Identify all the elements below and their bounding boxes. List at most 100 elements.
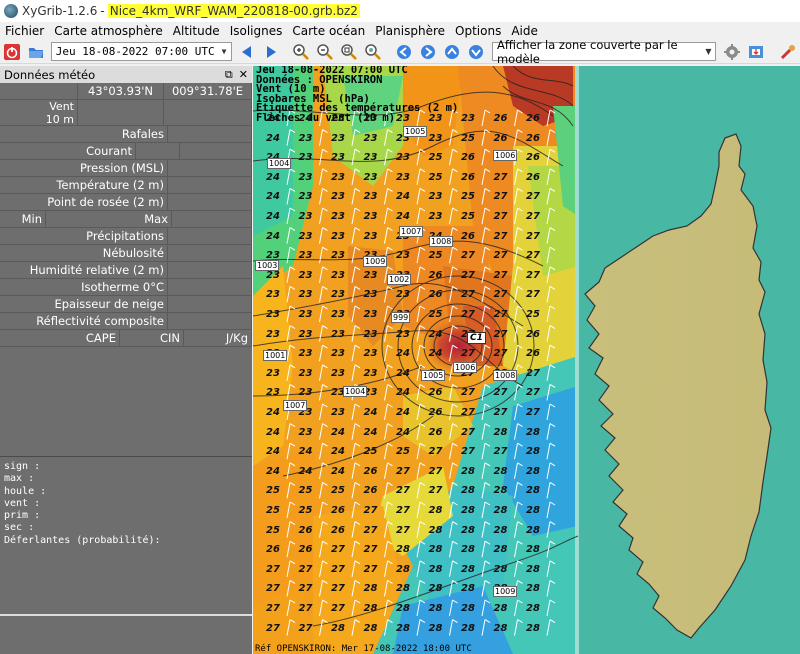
info-prim: prim :: [4, 510, 41, 522]
tools-button[interactable]: [778, 42, 798, 62]
zone-select[interactable]: Afficher la zone couverte par le modèle …: [491, 38, 717, 66]
temperature-label: 28: [461, 465, 475, 477]
zoom-in-icon: [293, 43, 309, 60]
quit-button[interactable]: [2, 42, 22, 62]
temperature-label: 27: [396, 524, 410, 536]
gusts-row: Rafales: [0, 126, 252, 143]
temperature-label: 28: [428, 583, 443, 595]
dewpoint-row: Point de rosée (2 m): [0, 194, 252, 211]
move-up-button[interactable]: [442, 42, 462, 62]
temperature-label: 27: [493, 191, 508, 203]
previous-date-button[interactable]: [238, 42, 258, 62]
move-left-button[interactable]: [395, 42, 415, 62]
temperature-label: 23: [396, 328, 410, 340]
temperature-label: 25: [266, 524, 280, 536]
temperature-label: 25: [266, 485, 280, 497]
humidity-row: Humidité relative (2 m): [0, 262, 252, 279]
move-down-button[interactable]: [466, 42, 486, 62]
temperature-label: 23: [298, 191, 313, 203]
weather-map[interactable]: Jeu 18-08-2022 07:00 UTC Données : OPENS…: [253, 66, 800, 654]
temperature-label: 28: [461, 622, 475, 634]
temperature-label: 28: [493, 426, 508, 438]
temperature-label: 23: [363, 367, 378, 379]
folder-icon: [28, 47, 43, 58]
wind-height: 10 m: [45, 112, 74, 126]
min-label: Min: [0, 211, 46, 227]
temperature-label: 26: [493, 132, 508, 144]
min-max-row: Min Max: [0, 211, 252, 228]
temperature-label: 28: [461, 485, 475, 497]
temperature-label: 28: [526, 583, 540, 595]
zoom-out-button[interactable]: [315, 42, 335, 62]
menu-carte-atmosphere[interactable]: Carte atmosphère: [49, 24, 168, 38]
temperature-label: 23: [298, 328, 313, 340]
temperature-label: 23: [298, 171, 313, 183]
dewpoint-label: Point de rosée (2 m): [0, 194, 168, 210]
temperature-label: 23: [461, 113, 475, 124]
zoom-in-button[interactable]: [291, 42, 311, 62]
temperature-label: 28: [493, 544, 508, 556]
temperature-label: 28: [428, 622, 443, 634]
menu-isolignes[interactable]: Isolignes: [225, 24, 288, 38]
menu-carte-ocean[interactable]: Carte océan: [287, 24, 370, 38]
temperature-label: 23: [298, 250, 313, 262]
menu-altitude[interactable]: Altitude: [168, 24, 225, 38]
info-deferlantes: Déferlantes (probabilité):: [4, 534, 161, 546]
isobar-label: 1002: [387, 274, 412, 285]
menu-options[interactable]: Options: [450, 24, 506, 38]
close-icon[interactable]: ✕: [239, 68, 248, 82]
temperature-label: 27: [363, 505, 378, 516]
temperature-label: 23: [298, 309, 313, 320]
temperature-label: 26: [428, 289, 443, 301]
info-max: max :: [4, 473, 35, 485]
temperature-label: 28: [526, 446, 540, 458]
temperature-label: 23: [363, 211, 378, 222]
temperature-label: 26: [331, 524, 345, 536]
temperature-label: 27: [428, 465, 443, 477]
temperature-label: 28: [396, 544, 410, 556]
map-footer: Réf OPENSKIRON: Mer 17-08-2022 18:00 UTC: [255, 644, 472, 654]
menu-fichier[interactable]: Fichier: [0, 24, 49, 38]
temperature-label: 24: [331, 465, 345, 477]
temperature-label: 23: [396, 113, 410, 124]
temperature-label: 23: [266, 269, 280, 281]
temperature-label: 23: [363, 132, 378, 144]
open-file-button[interactable]: [26, 42, 46, 62]
date-select[interactable]: Jeu 18-08-2022 07:00 UTC ▼: [50, 42, 232, 61]
isotherm-label: Isotherme 0°C: [0, 279, 168, 295]
zoom-area-button[interactable]: [339, 42, 359, 62]
temperature-label: 23: [298, 348, 313, 360]
longitude: 009°31.78'E: [164, 83, 252, 99]
temperature-label: 23: [266, 387, 280, 399]
temperature-label: 23: [298, 230, 313, 242]
panel-title: Données météo: [4, 67, 96, 82]
temperature-label: 26: [461, 152, 475, 164]
move-right-button[interactable]: [418, 42, 438, 62]
wave-info: sign : max : houle : vent : prim : sec : Défer…: [0, 456, 252, 616]
menu-aide[interactable]: Aide: [506, 24, 543, 38]
power-icon: [3, 43, 20, 60]
reflectivity-row: Réflectivité composite: [0, 313, 252, 330]
isobar-label: 1007: [283, 400, 308, 411]
temperature-label: 27: [461, 309, 475, 320]
temperature-label: 26: [428, 407, 443, 418]
isobar-label: 1007: [399, 226, 424, 237]
download-button[interactable]: [746, 42, 766, 62]
temperature-label: 23: [298, 132, 313, 144]
pressure-label: Pression (MSL): [0, 160, 168, 176]
temperature-label: 23: [331, 113, 345, 124]
temperature-label: 27: [493, 171, 508, 183]
zoom-all-button[interactable]: [363, 42, 383, 62]
temperature-label: 27: [493, 387, 508, 399]
temperature-label: 24: [266, 191, 280, 203]
menu-planisphere[interactable]: Planisphère: [370, 24, 450, 38]
temperature-label: 26: [298, 524, 313, 536]
temperature-label: 23: [266, 289, 280, 301]
temperature-label: 23: [266, 367, 280, 379]
wind-label: Vent: [49, 99, 74, 113]
temperature-label: 24: [266, 465, 280, 477]
select-zone-button[interactable]: [722, 42, 742, 62]
next-date-button[interactable]: [261, 42, 281, 62]
temperature-label: 26: [266, 544, 280, 556]
undock-icon[interactable]: ⧉: [225, 68, 233, 82]
